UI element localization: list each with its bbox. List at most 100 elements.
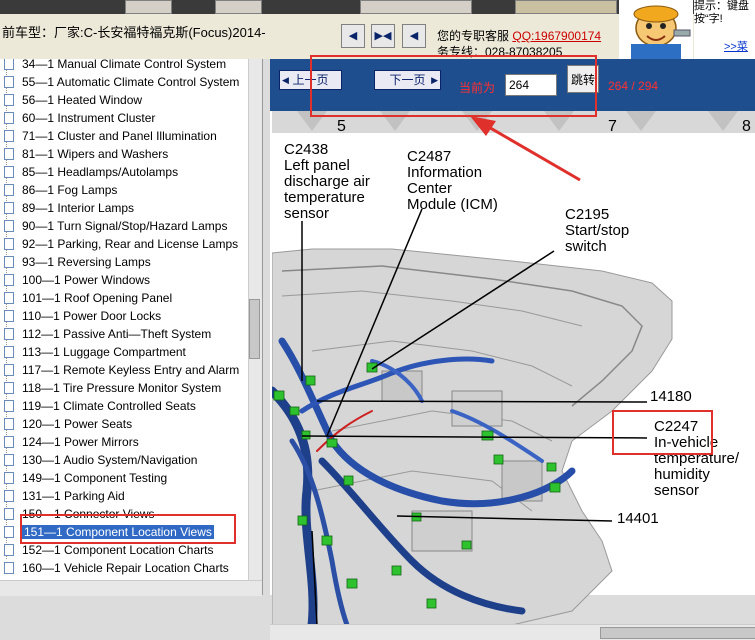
tree-item[interactable]: 71—1 Cluster and Panel Illumination <box>4 127 217 145</box>
document-icon <box>4 111 14 124</box>
diagram-svg: 5 7 8 C2438 Left panel discharge air tem… <box>267 111 755 630</box>
nav-first-icon[interactable]: ◀ <box>341 24 365 48</box>
column-number-7: 7 <box>608 118 617 135</box>
tree-item-label: 120—1 Power Seats <box>22 417 133 431</box>
service-label: 您的专职客服 <box>437 29 510 43</box>
label-c2438-code: C2438 <box>284 141 328 158</box>
document-icon <box>4 75 14 88</box>
tree-item-label: 89—1 Interior Lamps <box>22 201 135 215</box>
document-icon <box>4 183 14 196</box>
annotation-box-pager <box>310 55 597 117</box>
sidebar-scroll-thumb[interactable] <box>249 299 260 359</box>
tree-item-label: 34—1 Manual Climate Control System <box>22 59 227 71</box>
sidebar-horizontal-scrollbar[interactable] <box>0 580 262 596</box>
document-icon <box>4 489 14 502</box>
label-c2438-line4: sensor <box>284 205 329 222</box>
tree-item-label: 90—1 Turn Signal/Stop/Hazard Lamps <box>22 219 228 233</box>
tree-item[interactable]: 85—1 Headlamps/Autolamps <box>4 163 178 181</box>
document-icon <box>4 59 14 70</box>
tree-item[interactable]: 93—1 Reversing Lamps <box>4 253 151 271</box>
document-icon <box>4 291 14 304</box>
label-c2438-line1: Left panel <box>284 157 350 174</box>
document-icon <box>4 471 14 484</box>
document-icon <box>4 201 14 214</box>
tree-item[interactable]: 120—1 Power Seats <box>4 415 132 433</box>
main-panel: ◀ 上一页 下一页 ▶ 当前为 跳转 264 / 294 5 7 8 <box>267 59 755 640</box>
label-14401: 14401 <box>617 510 659 527</box>
tip-link[interactable]: >>菜 <box>724 41 748 54</box>
tree-item[interactable]: 118—1 Tire Pressure Monitor System <box>4 379 221 397</box>
document-icon <box>4 93 14 106</box>
document-icon <box>4 363 14 376</box>
tree-item-label: 119—1 Climate Controlled Seats <box>22 399 196 413</box>
toolbar-button-1[interactable] <box>125 0 172 14</box>
tree-item[interactable]: 56—1 Heated Window <box>4 91 142 109</box>
tree-item[interactable]: 119—1 Climate Controlled Seats <box>4 397 196 415</box>
mascot-image <box>619 0 693 59</box>
column-number-5: 5 <box>337 118 346 135</box>
nav-split-icon[interactable]: ▶◀ <box>371 24 395 48</box>
document-icon <box>4 129 14 142</box>
tree-item[interactable]: 130—1 Audio System/Navigation <box>4 451 197 469</box>
tree-item[interactable]: 113—1 Luggage Compartment <box>4 343 186 361</box>
mascot-icon <box>631 5 691 59</box>
tree-item-label: 149—1 Component Testing <box>22 471 168 485</box>
tree-item[interactable]: 81—1 Wipers and Washers <box>4 145 168 163</box>
toolbar-button-4[interactable] <box>515 0 617 14</box>
tree-item[interactable]: 89—1 Interior Lamps <box>4 199 134 217</box>
tree-item[interactable]: 34—1 Manual Climate Control System <box>4 59 226 73</box>
tree-item-label: 118—1 Tire Pressure Monitor System <box>22 381 222 395</box>
tree-item[interactable]: 124—1 Power Mirrors <box>4 433 139 451</box>
label-c2195-line1: Start/stop <box>565 222 629 239</box>
tree-item-label: 71—1 Cluster and Panel Illumination <box>22 129 217 143</box>
label-c2195-line2: switch <box>565 238 607 255</box>
document-icon <box>4 255 14 268</box>
wiring-diagram: 5 7 8 C2438 Left panel discharge air tem… <box>267 111 755 630</box>
tree-item[interactable]: 131—1 Parking Aid <box>4 487 125 505</box>
toolbar-button-3[interactable] <box>360 0 472 14</box>
annotation-box-selected-item <box>20 514 236 544</box>
tree-item-label: 93—1 Reversing Lamps <box>22 255 151 269</box>
tree-item[interactable]: 112—1 Passive Anti—Theft System <box>4 325 211 343</box>
current-vehicle-label: 前车型：厂家:C-长安福特福克斯(Focus)2014- <box>2 25 266 40</box>
tree-item-label: 56—1 Heated Window <box>22 93 143 107</box>
tree-item[interactable]: 149—1 Component Testing <box>4 469 167 487</box>
toolbar-button-2[interactable] <box>215 0 262 14</box>
document-icon <box>4 507 14 520</box>
tree-item[interactable]: 117—1 Remote Keyless Entry and Alarm <box>4 361 239 379</box>
document-icon <box>4 309 14 322</box>
tree-item[interactable]: 101—1 Roof Opening Panel <box>4 289 172 307</box>
tree-item-label: 101—1 Roof Opening Panel <box>22 291 173 305</box>
tree-item-label: 112—1 Passive Anti—Theft System <box>22 327 212 341</box>
document-icon <box>4 237 14 250</box>
qq-link[interactable]: QQ:1967900174 <box>512 29 601 43</box>
document-icon <box>4 417 14 430</box>
tree-item[interactable]: 86—1 Fog Lamps <box>4 181 117 199</box>
tree-item-label: 55—1 Automatic Climate Control System <box>22 75 240 89</box>
document-icon <box>4 219 14 232</box>
tree-item-label: 81—1 Wipers and Washers <box>22 147 169 161</box>
nav-last-icon[interactable]: ◀ <box>402 24 426 48</box>
tree-item[interactable]: 110—1 Power Door Locks <box>4 307 161 325</box>
label-c2438-line3: temperature <box>284 189 365 206</box>
label-c2247-line3: humidity <box>654 466 710 483</box>
document-icon <box>4 561 14 574</box>
tip-text: 提示：键盘按“字! <box>694 0 749 25</box>
document-icon <box>4 273 14 286</box>
label-c2487-line1: Information <box>407 164 482 181</box>
tree-item[interactable]: 90—1 Turn Signal/Stop/Hazard Lamps <box>4 217 227 235</box>
tree-item[interactable]: 60—1 Instrument Cluster <box>4 109 155 127</box>
main-scroll-thumb[interactable] <box>600 627 755 639</box>
document-icon <box>4 381 14 394</box>
tree-item[interactable]: 100—1 Power Windows <box>4 271 150 289</box>
tree-item-label: 85—1 Headlamps/Autolamps <box>22 165 179 179</box>
tree-item[interactable]: 160—1 Vehicle Repair Location Charts <box>4 559 229 577</box>
column-number-8: 8 <box>742 118 751 135</box>
tree-item[interactable]: 55—1 Automatic Climate Control System <box>4 73 239 91</box>
tree-item[interactable]: 92—1 Parking, Rear and License Lamps <box>4 235 238 253</box>
label-c2195-code: C2195 <box>565 206 609 223</box>
document-icon <box>4 453 14 466</box>
tree-item-label: 117—1 Remote Keyless Entry and Alarm <box>22 363 240 377</box>
tip-panel: 提示：键盘按“字! >>菜 <box>694 0 755 59</box>
label-c2487-code: C2487 <box>407 148 451 165</box>
